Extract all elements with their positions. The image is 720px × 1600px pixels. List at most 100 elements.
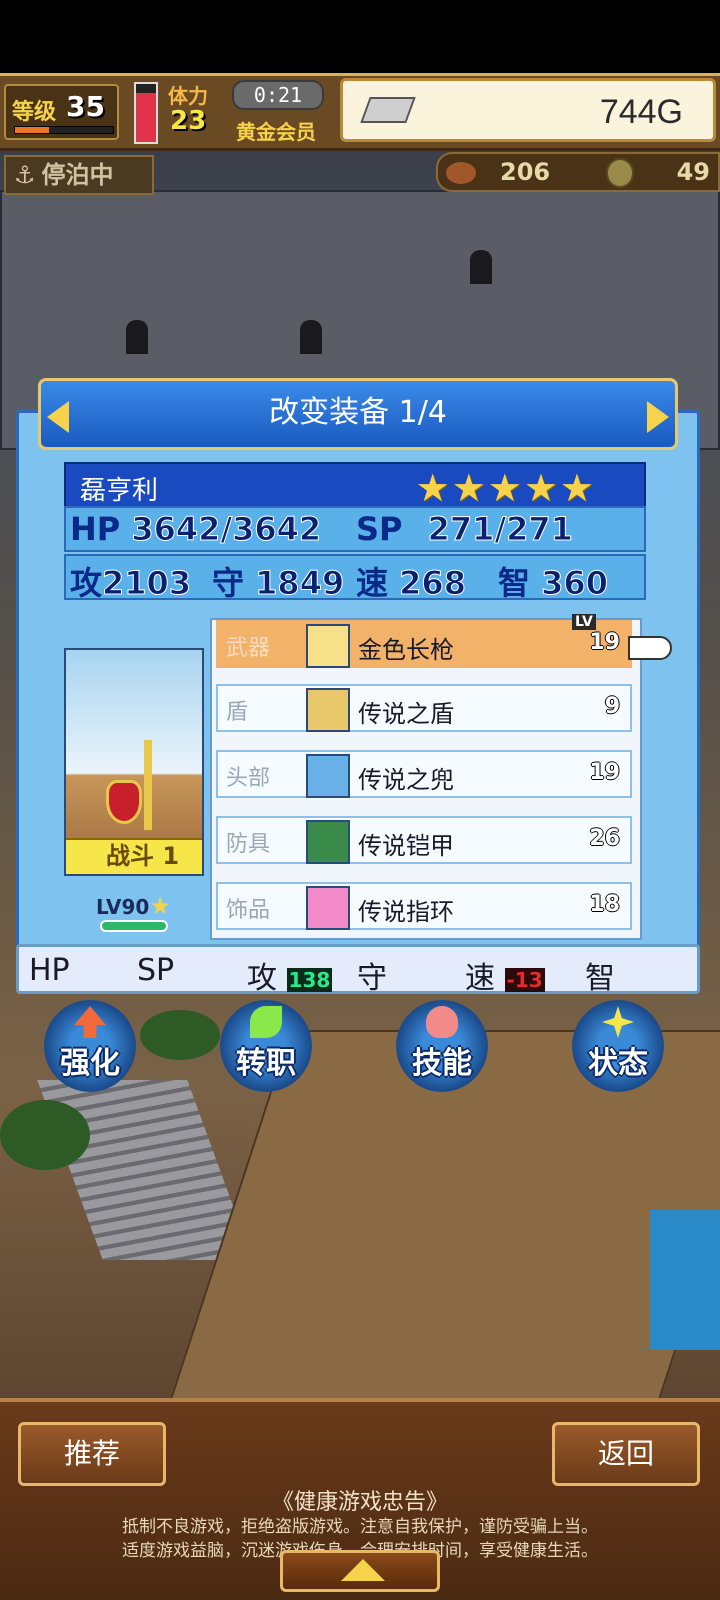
character-exp-bar xyxy=(100,920,168,932)
level-value: 35 xyxy=(66,90,105,123)
helmet-icon xyxy=(306,754,350,798)
stamina-gauge-fill xyxy=(136,92,156,142)
speed-value: 268 xyxy=(399,564,467,603)
flame-icon xyxy=(426,1006,458,1038)
job-label: 战斗 xyxy=(106,842,154,870)
equipment-level: 19 xyxy=(589,760,620,785)
shield-sprite xyxy=(106,780,142,824)
prev-character-arrow-icon[interactable] xyxy=(47,401,69,433)
silver-bar-icon xyxy=(360,97,416,123)
speed-label: 速 xyxy=(356,564,389,602)
player-level-box: 等级 35 xyxy=(4,84,119,140)
exp-bar xyxy=(14,126,114,134)
equipment-name: 金色长枪 xyxy=(358,636,454,664)
equipment-row-shield[interactable]: 盾 传说之盾 9 xyxy=(216,684,632,732)
castle-window xyxy=(470,250,492,284)
attack-change: 138 xyxy=(286,967,333,992)
gold-amount: 744G xyxy=(599,93,683,131)
summary-defense: 守 xyxy=(357,961,387,996)
stamina-label: 体力 xyxy=(168,84,208,108)
job-badge: 战斗 1 xyxy=(66,838,202,874)
food-count: 206 xyxy=(500,158,551,186)
equipment-level: 26 xyxy=(589,826,620,851)
coin-count: 49 xyxy=(676,158,710,186)
bush xyxy=(140,1010,220,1060)
equipment-name: 传说指环 xyxy=(358,898,454,926)
gold-display[interactable]: 744G xyxy=(340,78,716,142)
bottom-bar: 推荐 返回 《健康游戏忠告》 抵制不良游戏，拒绝盗版游戏。注意自我保护，谨防受骗… xyxy=(0,1398,720,1600)
enhance-button[interactable]: 强化 xyxy=(44,1000,136,1092)
summary-hp: HP xyxy=(29,953,70,988)
equipment-title-banner: 改变装备 1/4 xyxy=(38,378,678,450)
character-name: 磊亨利 xyxy=(80,476,159,506)
skills-label: 技能 xyxy=(412,1046,472,1081)
recommend-button[interactable]: 推荐 xyxy=(18,1422,166,1486)
star-icon: ★ xyxy=(149,892,171,920)
skills-button[interactable]: 技能 xyxy=(396,1000,488,1092)
equipment-row-head[interactable]: 头部 传说之兜 19 xyxy=(216,750,632,798)
leaf-icon xyxy=(250,1006,282,1038)
sp-label: SP xyxy=(356,510,403,548)
defense-value: 1849 xyxy=(255,564,345,603)
docked-label: 停泊中 xyxy=(41,161,114,189)
character-level-value: LV90 xyxy=(96,895,150,919)
summary-speed: 速 xyxy=(465,961,495,996)
health-notice-line: 抵制不良游戏，拒绝盗版游戏。注意自我保护，谨防受骗上当。 xyxy=(122,1517,598,1537)
character-rank-stars: ★★★★★ xyxy=(415,466,596,510)
triangle-up-icon xyxy=(341,1559,385,1581)
ring-icon xyxy=(306,886,350,930)
job-rank: 1 xyxy=(162,842,180,870)
anchor-icon: ⚓ xyxy=(14,161,36,189)
back-button[interactable]: 返回 xyxy=(552,1422,700,1486)
hp-value: 3642/3642 xyxy=(131,510,322,549)
summary-attack: 攻 xyxy=(247,961,277,996)
water xyxy=(650,1210,720,1350)
castle-window xyxy=(126,320,148,354)
equipment-name: 传说之盾 xyxy=(358,700,454,728)
equipment-slot-label: 防具 xyxy=(226,832,271,857)
pointing-hand-icon xyxy=(628,636,672,660)
food-icon xyxy=(446,162,476,184)
job-change-label: 转职 xyxy=(236,1046,296,1081)
attack-value: 2103 xyxy=(102,564,192,603)
equipment-slot-label: 盾 xyxy=(226,700,249,725)
speed-change: -13 xyxy=(504,967,545,992)
equipment-name: 传说铠甲 xyxy=(358,832,454,860)
sp-value: 271/271 xyxy=(427,510,573,549)
intelligence-label: 智 xyxy=(498,564,531,602)
enhance-label: 强化 xyxy=(60,1046,120,1081)
coin-icon xyxy=(606,158,634,188)
stat-change-summary: HP SP 攻 138 守 速 -13 智 xyxy=(16,944,700,996)
summary-sp: SP xyxy=(137,953,175,988)
intelligence-value: 360 xyxy=(541,564,609,603)
top-status-bar: 等级 35 体力 23 0:21 黄金会员 744G xyxy=(0,73,720,151)
stat-row-attributes: 攻2103 守 1849 速 268 智 360 xyxy=(64,554,646,603)
arrow-up-icon xyxy=(74,1006,106,1038)
equipment-row-weapon[interactable]: 武器 金色长枪 19 xyxy=(216,620,632,668)
exp-bar-fill xyxy=(15,127,50,133)
stamina-value: 23 xyxy=(170,106,207,136)
equipment-row-armor[interactable]: 防具 传说铠甲 26 xyxy=(216,816,632,864)
bush xyxy=(0,1100,90,1170)
hp-label: HP xyxy=(70,510,121,548)
next-character-arrow-icon[interactable] xyxy=(647,401,669,433)
hero-sprite xyxy=(106,740,166,830)
gold-membership-badge[interactable]: 黄金会员 xyxy=(236,116,316,145)
job-change-button[interactable]: 转职 xyxy=(220,1000,312,1092)
equipment-level: 9 xyxy=(604,694,620,719)
level-column-tag: LV xyxy=(572,614,596,630)
expand-menu-button[interactable] xyxy=(280,1550,440,1592)
stat-row-hp-sp: HP 3642/3642 SP 271/271 xyxy=(64,506,646,552)
status-label: 状态 xyxy=(588,1046,648,1081)
panel-title: 改变装备 1/4 xyxy=(269,395,447,430)
character-portrait[interactable]: 战斗 1 xyxy=(64,648,204,876)
equipment-row-accessory[interactable]: 饰品 传说指环 18 xyxy=(216,882,632,930)
equipment-slot-label: 头部 xyxy=(226,766,271,791)
equipment-list: 武器 金色长枪 19 盾 传说之盾 9 头部 传说之兜 19 防具 传说铠甲 2… xyxy=(210,618,642,940)
shield-icon xyxy=(306,688,350,732)
spear-icon xyxy=(306,624,350,668)
status-button[interactable]: 状态 xyxy=(572,1000,664,1092)
character-header: 磊亨利 ★★★★★ xyxy=(64,462,646,510)
defense-label: 守 xyxy=(212,564,245,602)
armor-icon xyxy=(306,820,350,864)
